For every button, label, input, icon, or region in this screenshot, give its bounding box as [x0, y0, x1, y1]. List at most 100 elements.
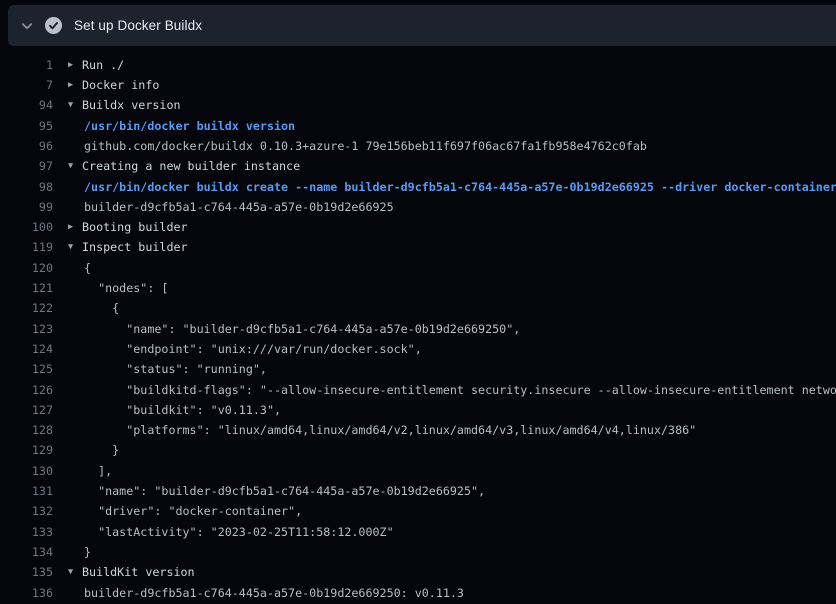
- group-collapsed-icon[interactable]: ▶: [53, 217, 82, 237]
- marker-spacer: [53, 177, 82, 197]
- log-output-text: {: [82, 258, 836, 278]
- log-line: 132 "driver": "docker-container",: [0, 501, 836, 521]
- line-number[interactable]: 126: [0, 380, 53, 400]
- log-lines: 1▶Run ./7▶Docker info94▼Buildx version95…: [0, 46, 836, 604]
- group-expanded-icon[interactable]: ▼: [53, 156, 82, 176]
- chevron-down-icon[interactable]: [20, 19, 34, 33]
- step-title: Set up Docker Buildx: [74, 18, 202, 33]
- group-collapsed-icon[interactable]: ▶: [53, 55, 82, 75]
- log-output-text: builder-d9cfb5a1-c764-445a-a57e-0b19d2e6…: [82, 197, 836, 217]
- line-number[interactable]: 135: [0, 562, 53, 582]
- line-number[interactable]: 100: [0, 217, 53, 237]
- log-output-text: {: [82, 298, 836, 318]
- log-group-title: Buildx version: [82, 95, 836, 115]
- log-output-text: }: [82, 542, 836, 562]
- line-number[interactable]: 125: [0, 359, 53, 379]
- line-number[interactable]: 99: [0, 197, 53, 217]
- line-number[interactable]: 130: [0, 461, 53, 481]
- marker-spacer: [53, 319, 82, 339]
- log-group-title: Creating a new builder instance: [82, 156, 836, 176]
- log-line: 95/usr/bin/docker buildx version: [0, 116, 836, 136]
- line-number[interactable]: 98: [0, 177, 53, 197]
- log-line: 121 "nodes": [: [0, 278, 836, 298]
- line-number[interactable]: 128: [0, 420, 53, 440]
- log-line[interactable]: 100▶Booting builder: [0, 217, 836, 237]
- log-line: 122 {: [0, 298, 836, 318]
- log-line[interactable]: 119▼Inspect builder: [0, 237, 836, 257]
- line-number[interactable]: 131: [0, 481, 53, 501]
- log-output-text: "status": "running",: [82, 359, 836, 379]
- marker-spacer: [53, 481, 82, 501]
- line-number[interactable]: 97: [0, 156, 53, 176]
- log-line[interactable]: 135▼BuildKit version: [0, 562, 836, 582]
- line-number[interactable]: 136: [0, 583, 53, 603]
- line-number[interactable]: 94: [0, 95, 53, 115]
- line-number[interactable]: 1: [0, 55, 53, 75]
- marker-spacer: [53, 359, 82, 379]
- log-line[interactable]: 97▼Creating a new builder instance: [0, 156, 836, 176]
- step-header[interactable]: Set up Docker Buildx: [8, 5, 836, 46]
- log-output-text: "buildkit": "v0.11.3",: [82, 400, 836, 420]
- log-line: 125 "status": "running",: [0, 359, 836, 379]
- group-expanded-icon[interactable]: ▼: [53, 237, 82, 257]
- marker-spacer: [53, 380, 82, 400]
- log-line: 130 ],: [0, 461, 836, 481]
- line-number[interactable]: 132: [0, 501, 53, 521]
- log-line: 131 "name": "builder-d9cfb5a1-c764-445a-…: [0, 481, 836, 501]
- log-line: 128 "platforms": "linux/amd64,linux/amd6…: [0, 420, 836, 440]
- marker-spacer: [53, 136, 82, 156]
- line-number[interactable]: 95: [0, 116, 53, 136]
- line-number[interactable]: 121: [0, 278, 53, 298]
- marker-spacer: [53, 278, 82, 298]
- log-output-text: "lastActivity": "2023-02-25T11:58:12.000…: [82, 522, 836, 542]
- line-number[interactable]: 129: [0, 440, 53, 460]
- group-expanded-icon[interactable]: ▼: [53, 95, 82, 115]
- log-output-text: ],: [82, 461, 836, 481]
- line-number[interactable]: 124: [0, 339, 53, 359]
- log-line: 99 builder-d9cfb5a1-c764-445a-a57e-0b19d2…: [0, 197, 836, 217]
- line-number[interactable]: 120: [0, 258, 53, 278]
- log-output-text: "nodes": [: [82, 278, 836, 298]
- log-group-title: Run ./: [82, 55, 836, 75]
- log-line: 127 "buildkit": "v0.11.3",: [0, 400, 836, 420]
- log-group-title: BuildKit version: [82, 562, 836, 582]
- marker-spacer: [53, 400, 82, 420]
- marker-spacer: [53, 197, 82, 217]
- line-number[interactable]: 96: [0, 136, 53, 156]
- log-output-text: "name": "builder-d9cfb5a1-c764-445a-a57e…: [82, 319, 836, 339]
- log-line: 98/usr/bin/docker buildx create --name b…: [0, 177, 836, 197]
- line-number[interactable]: 7: [0, 75, 53, 95]
- log-group-title: Booting builder: [82, 217, 836, 237]
- line-number[interactable]: 122: [0, 298, 53, 318]
- log-group-title: Docker info: [82, 75, 836, 95]
- log-output-text: "platforms": "linux/amd64,linux/amd64/v2…: [82, 420, 836, 440]
- marker-spacer: [53, 420, 82, 440]
- log-output-text: github.com/docker/buildx 0.10.3+azure-1 …: [82, 136, 836, 156]
- log-line: 123 "name": "builder-d9cfb5a1-c764-445a-…: [0, 319, 836, 339]
- log-command-text: /usr/bin/docker buildx version: [82, 116, 836, 136]
- line-number[interactable]: 123: [0, 319, 53, 339]
- group-collapsed-icon[interactable]: ▶: [53, 75, 82, 95]
- log-output-text: "name": "builder-d9cfb5a1-c764-445a-a57e…: [82, 481, 836, 501]
- line-number[interactable]: 133: [0, 522, 53, 542]
- marker-spacer: [53, 522, 82, 542]
- log-line[interactable]: 1▶Run ./: [0, 55, 836, 75]
- marker-spacer: [53, 258, 82, 278]
- log-line: 129 }: [0, 440, 836, 460]
- marker-spacer: [53, 542, 82, 562]
- log-output-text: "driver": "docker-container",: [82, 501, 836, 521]
- log-group-title: Inspect builder: [82, 237, 836, 257]
- log-line: 96 github.com/docker/buildx 0.10.3+azure-…: [0, 136, 836, 156]
- log-line: 120 {: [0, 258, 836, 278]
- log-line: 133 "lastActivity": "2023-02-25T11:58:12…: [0, 522, 836, 542]
- log-output-text: "endpoint": "unix:///var/run/docker.sock…: [82, 339, 836, 359]
- group-expanded-icon[interactable]: ▼: [53, 562, 82, 582]
- marker-spacer: [53, 298, 82, 318]
- log-line[interactable]: 94▼Buildx version: [0, 95, 836, 115]
- log-output-text: "buildkitd-flags": "--allow-insecure-ent…: [82, 380, 836, 400]
- line-number[interactable]: 119: [0, 237, 53, 257]
- marker-spacer: [53, 339, 82, 359]
- line-number[interactable]: 134: [0, 542, 53, 562]
- log-line[interactable]: 7▶Docker info: [0, 75, 836, 95]
- line-number[interactable]: 127: [0, 400, 53, 420]
